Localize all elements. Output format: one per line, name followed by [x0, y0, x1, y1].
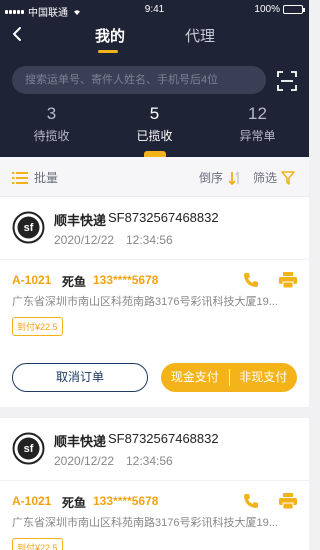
- tab-active-indicator: [98, 50, 118, 53]
- sort-button[interactable]: 倒序: [199, 169, 243, 186]
- printer-icon[interactable]: [279, 493, 297, 509]
- scan-icon[interactable]: [277, 71, 297, 91]
- printer-icon[interactable]: [279, 272, 297, 288]
- order-card[interactable]: sf 顺丰快递 SF8732567468832 2020/12/22 12:34…: [0, 418, 309, 550]
- tab-mine[interactable]: 我的: [95, 25, 125, 46]
- recipient-phone: 133****5678: [93, 273, 159, 287]
- recipient-name: 死鱼: [62, 496, 87, 510]
- sf-express-logo-icon: sf: [12, 211, 45, 244]
- batch-label: 批量: [34, 171, 59, 185]
- battery-icon: [283, 5, 305, 14]
- count-pending[interactable]: 3 待揽收: [0, 104, 103, 144]
- battery-label: 100%: [254, 4, 280, 15]
- count-exception-number: 12: [248, 104, 267, 123]
- payment-button-group: 现金支付 非现支付: [161, 363, 297, 392]
- count-collected-label: 已揽收: [136, 129, 173, 143]
- filter-icon: [281, 170, 295, 185]
- pickup-code: A-1021: [12, 494, 52, 508]
- order-date: 2020/12/22: [54, 233, 115, 247]
- button-separator: [228, 369, 230, 386]
- tracking-number: SF8732567468832: [108, 431, 219, 446]
- sort-order-icon: [228, 171, 239, 185]
- svg-text:sf: sf: [24, 443, 34, 455]
- courier-name: 顺丰快递: [54, 213, 107, 228]
- search-input[interactable]: 搜索运单号、寄件人姓名、手机号后4位: [12, 66, 266, 94]
- status-bar: 中国联通 9:41 100%: [0, 0, 309, 20]
- sort-label: 倒序: [199, 171, 224, 185]
- filter-label: 筛选: [253, 171, 278, 185]
- count-pending-label: 待揽收: [33, 129, 70, 143]
- count-collected-number: 5: [149, 104, 160, 123]
- order-time: 12:34:56: [126, 233, 173, 247]
- tab-agent[interactable]: 代理: [185, 25, 215, 46]
- cod-badge: 到付¥22.5: [12, 538, 63, 550]
- status-counts: 3 待揽收 5 已揽收 12 异常单: [0, 104, 309, 157]
- count-pending-number: 3: [46, 104, 57, 123]
- count-exception-label: 异常单: [239, 129, 276, 143]
- svg-text:sf: sf: [24, 222, 34, 234]
- phone-call-icon[interactable]: [243, 272, 259, 288]
- count-collected[interactable]: 5 已揽收: [103, 104, 206, 144]
- noncash-pay-button[interactable]: 非现支付: [230, 363, 298, 392]
- battery-status: 100%: [254, 4, 305, 15]
- list-icon: [12, 171, 28, 184]
- pickup-code: A-1021: [12, 273, 52, 287]
- recipient-name: 死鱼: [62, 275, 87, 289]
- count-exception[interactable]: 12 异常单: [206, 104, 309, 144]
- header: 中国联通 9:41 100% 我的 代理 搜索运单号、寄件人姓名、手机号后4位 …: [0, 0, 309, 157]
- sf-express-logo-icon: sf: [12, 432, 45, 465]
- cod-badge: 到付¥22.5: [12, 317, 63, 336]
- toolbar: 批量 倒序 筛选: [0, 157, 309, 197]
- divider: [0, 259, 309, 260]
- cancel-order-button[interactable]: 取消订单: [12, 363, 148, 392]
- recipient-phone: 133****5678: [93, 494, 159, 508]
- batch-button[interactable]: 批量: [12, 169, 58, 186]
- phone-call-icon[interactable]: [243, 493, 259, 509]
- order-card[interactable]: sf 顺丰快递 SF8732567468832 2020/12/22 12:34…: [0, 197, 309, 407]
- order-date: 2020/12/22: [54, 454, 115, 468]
- filter-button[interactable]: 筛选: [253, 169, 295, 186]
- cash-pay-button[interactable]: 现金支付: [161, 363, 229, 392]
- recipient-address: 广东省深圳市南山区科苑南路3176号彩讯科技大厦19...: [12, 517, 278, 529]
- recipient-address: 广东省深圳市南山区科苑南路3176号彩讯科技大厦19...: [12, 296, 278, 308]
- tracking-number: SF8732567468832: [108, 210, 219, 225]
- back-arrow-icon[interactable]: [10, 26, 26, 42]
- order-time: 12:34:56: [126, 454, 173, 468]
- courier-name: 顺丰快递: [54, 434, 107, 449]
- divider: [0, 480, 309, 481]
